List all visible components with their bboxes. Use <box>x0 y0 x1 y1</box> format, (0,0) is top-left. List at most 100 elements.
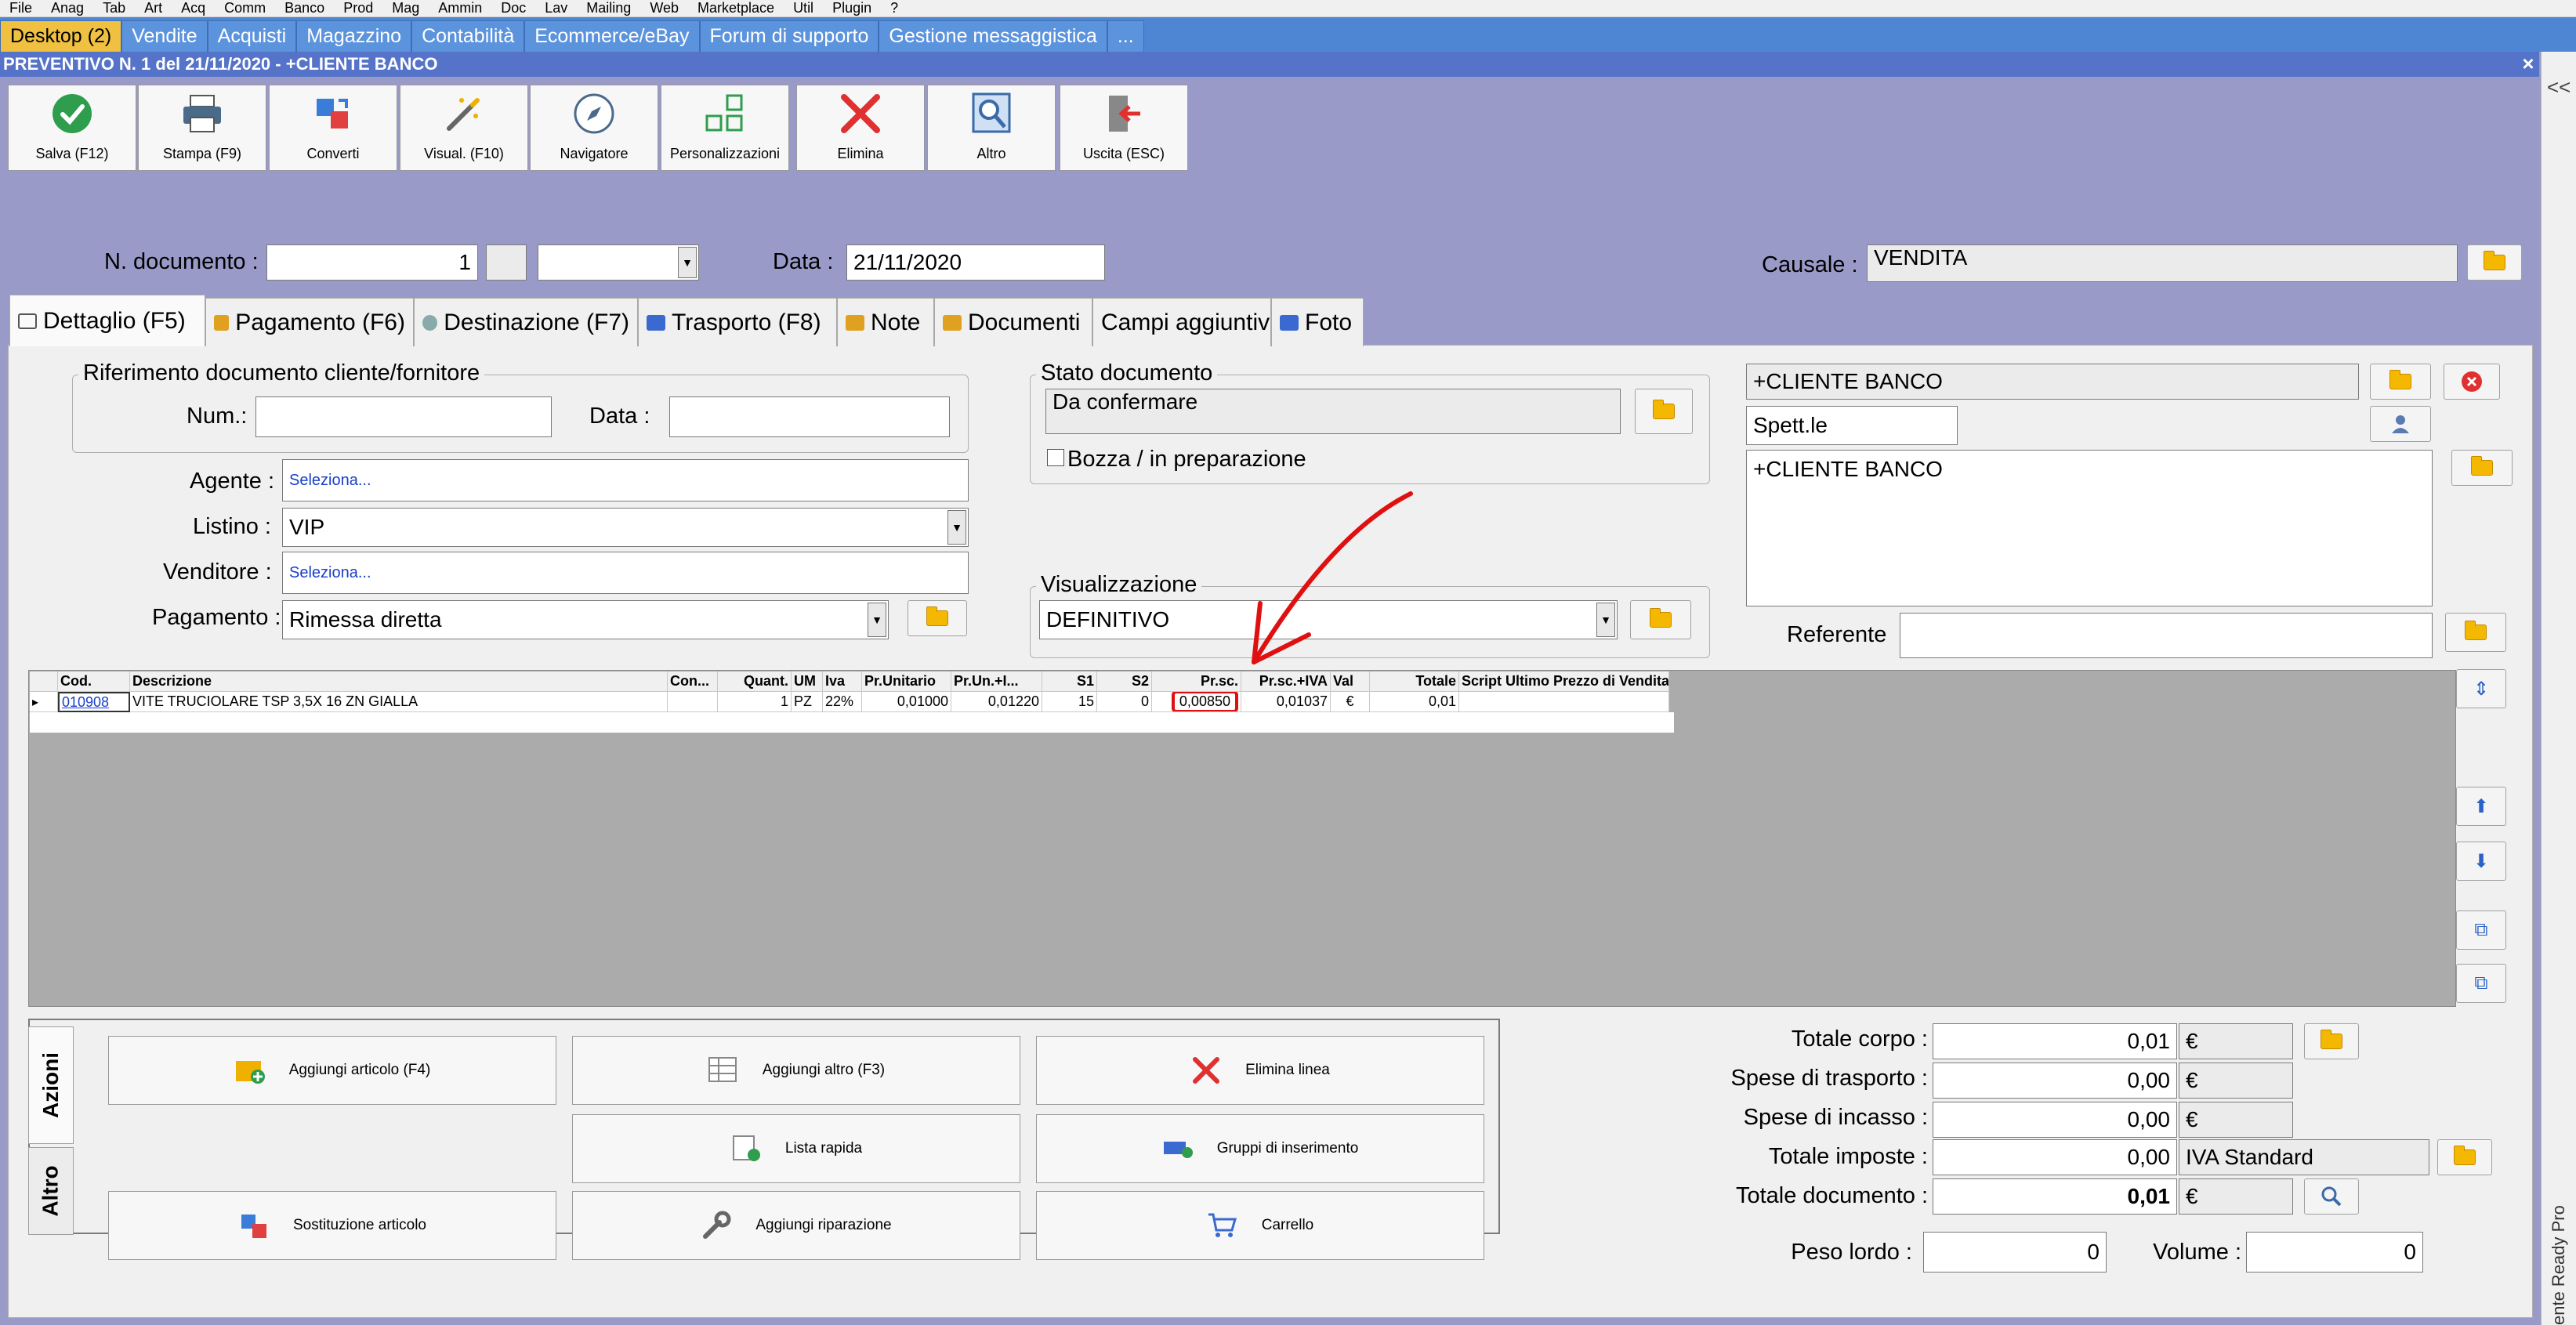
exit-button[interactable]: Uscita (ESC) <box>1060 85 1188 171</box>
status-lookup-button[interactable] <box>1635 389 1693 434</box>
referente-field[interactable] <box>1900 613 2433 658</box>
navigator-button[interactable]: Navigatore <box>530 85 658 171</box>
customer-clear-button[interactable] <box>2444 364 2500 400</box>
window-tab-contabilita[interactable]: Contabilità <box>411 20 525 52</box>
window-tab-ecommerce[interactable]: Ecommerce/eBay <box>524 20 700 52</box>
agente-field[interactable]: Seleziona... <box>282 459 969 501</box>
cell-pr-sc-iva[interactable]: 0,01037 <box>1241 692 1331 712</box>
cell-pr-un-iva[interactable]: 0,01220 <box>951 692 1042 712</box>
insert-groups-button[interactable]: Gruppi di inserimento <box>1036 1114 1484 1183</box>
window-tab-acquisti[interactable]: Acquisti <box>207 20 297 52</box>
table-row-empty[interactable] <box>30 712 1674 733</box>
menu-banco[interactable]: Banco <box>275 0 334 16</box>
zoom-button[interactable] <box>2304 1178 2359 1215</box>
col-iva[interactable]: Iva <box>823 672 862 692</box>
tab-destinazione[interactable]: Destinazione (F7) <box>414 298 638 346</box>
menu-ammin[interactable]: Ammin <box>429 0 491 16</box>
customer-title-field[interactable]: Spett.le <box>1746 406 1958 445</box>
add-article-button[interactable]: Aggiungi articolo (F4) <box>108 1036 556 1105</box>
menu-doc[interactable]: Doc <box>491 0 535 16</box>
ref-date-field[interactable] <box>669 396 950 437</box>
menu-acq[interactable]: Acq <box>172 0 215 16</box>
tab-campi-aggiuntivi[interactable]: Campi aggiuntivi <box>1092 298 1275 346</box>
menu-help[interactable]: ? <box>881 0 908 16</box>
menu-mag[interactable]: Mag <box>382 0 429 16</box>
col-cod[interactable]: Cod. <box>58 672 130 692</box>
col-s2[interactable]: S2 <box>1097 672 1152 692</box>
col-pr-sc[interactable]: Pr.sc. <box>1152 672 1241 692</box>
quick-list-button[interactable]: Lista rapida <box>572 1114 1020 1183</box>
window-tab-forum[interactable]: Forum di supporto <box>699 20 879 52</box>
draft-checkbox[interactable] <box>1047 449 1064 466</box>
cell-s1[interactable]: 15 <box>1042 692 1097 712</box>
causale-field[interactable]: VENDITA <box>1867 244 2458 282</box>
menu-marketplace[interactable]: Marketplace <box>688 0 784 16</box>
totale-documento-field[interactable]: 0,01 <box>1933 1178 2177 1215</box>
delete-line-button[interactable]: Elimina linea <box>1036 1036 1484 1105</box>
table-row[interactable]: ▸ 010908 VITE TRUCIOLARE TSP 3,5X 16 ZN … <box>30 692 1669 712</box>
save-button[interactable]: Salva (F12) <box>8 85 136 171</box>
customize-button[interactable]: Personalizzazioni <box>661 85 789 171</box>
totale-corpo-field[interactable]: 0,01 <box>1933 1023 2177 1059</box>
close-window-button[interactable]: × <box>2517 52 2539 77</box>
cell-pr-unitario[interactable]: 0,01000 <box>862 692 951 712</box>
customer-user-button[interactable] <box>2370 406 2431 442</box>
cell-quant[interactable]: 1 <box>718 692 792 712</box>
menu-file[interactable]: File <box>0 0 42 16</box>
totale-corpo-button[interactable] <box>2304 1023 2359 1059</box>
paste-line-button[interactable]: ⧉ <box>2456 964 2506 1003</box>
col-script[interactable]: Script Ultimo Prezzo di Vendita <box>1459 672 1669 692</box>
col-quant[interactable]: Quant. <box>718 672 792 692</box>
date-field[interactable]: 21/11/2020 <box>846 244 1105 281</box>
other-button[interactable]: Altro <box>927 85 1056 171</box>
window-tab-more[interactable]: ... <box>1107 20 1144 52</box>
cell-s2[interactable]: 0 <box>1097 692 1152 712</box>
menu-mailing[interactable]: Mailing <box>577 0 640 16</box>
convert-button[interactable]: Converti <box>269 85 397 171</box>
causale-lookup-button[interactable] <box>2467 244 2522 281</box>
grid-sort-button[interactable]: ⇕ <box>2456 669 2506 708</box>
cell-iva[interactable]: 22% <box>823 692 862 712</box>
window-tab-magazzino[interactable]: Magazzino <box>296 20 412 52</box>
spese-incasso-field[interactable]: 0,00 <box>1933 1102 2177 1138</box>
col-pr-un-iva[interactable]: Pr.Un.+I... <box>951 672 1042 692</box>
pagamento-lookup-button[interactable] <box>908 600 967 636</box>
tab-note[interactable]: Note <box>837 298 934 346</box>
tab-documenti[interactable]: Documenti <box>934 298 1092 346</box>
menu-lav[interactable]: Lav <box>535 0 577 16</box>
tab-trasporto[interactable]: Trasporto (F8) <box>638 298 837 346</box>
cart-button[interactable]: Carrello <box>1036 1191 1484 1260</box>
tab-azioni[interactable]: Azioni <box>28 1026 74 1144</box>
listino-select[interactable]: VIP ▼ <box>282 508 969 547</box>
menu-anag[interactable]: Anag <box>42 0 93 16</box>
window-tab-messaggistica[interactable]: Gestione messaggistica <box>879 20 1107 52</box>
cell-um[interactable]: PZ <box>792 692 823 712</box>
customer-address-field[interactable]: +CLIENTE BANCO <box>1746 450 2433 606</box>
cell-descrizione[interactable]: VITE TRUCIOLARE TSP 3,5X 16 ZN GIALLA <box>130 692 668 712</box>
volume-field[interactable]: 0 <box>2246 1232 2423 1273</box>
peso-lordo-field[interactable]: 0 <box>1923 1232 2107 1273</box>
menu-plugin[interactable]: Plugin <box>823 0 881 16</box>
customer-address-lookup-button[interactable] <box>2451 450 2513 486</box>
print-button[interactable]: Stampa (F9) <box>138 85 266 171</box>
tab-dettaglio[interactable]: Dettaglio (F5) <box>9 295 205 346</box>
customer-lookup-button[interactable] <box>2370 364 2431 400</box>
add-repair-button[interactable]: Aggiungi riparazione <box>572 1191 1020 1260</box>
iva-type-button[interactable] <box>2437 1139 2492 1175</box>
spese-trasporto-field[interactable]: 0,00 <box>1933 1063 2177 1099</box>
tab-pagamento[interactable]: Pagamento (F6) <box>205 298 414 346</box>
menu-util[interactable]: Util <box>784 0 823 16</box>
menu-prod[interactable]: Prod <box>334 0 382 16</box>
totale-imposte-field[interactable]: 0,00 <box>1933 1139 2177 1175</box>
col-pr-sc-iva[interactable]: Pr.sc.+IVA <box>1241 672 1331 692</box>
referente-lookup-button[interactable] <box>2445 613 2506 652</box>
tab-foto[interactable]: Foto <box>1271 298 1364 346</box>
menu-web[interactable]: Web <box>640 0 688 16</box>
menu-art[interactable]: Art <box>135 0 172 16</box>
col-con[interactable]: Con... <box>668 672 718 692</box>
customer-name-field[interactable]: +CLIENTE BANCO <box>1746 364 2359 400</box>
cell-totale[interactable]: 0,01 <box>1370 692 1459 712</box>
iva-type-field[interactable]: IVA Standard <box>2179 1139 2429 1175</box>
cell-cod[interactable]: 010908 <box>58 692 130 712</box>
col-descrizione[interactable]: Descrizione <box>130 672 668 692</box>
